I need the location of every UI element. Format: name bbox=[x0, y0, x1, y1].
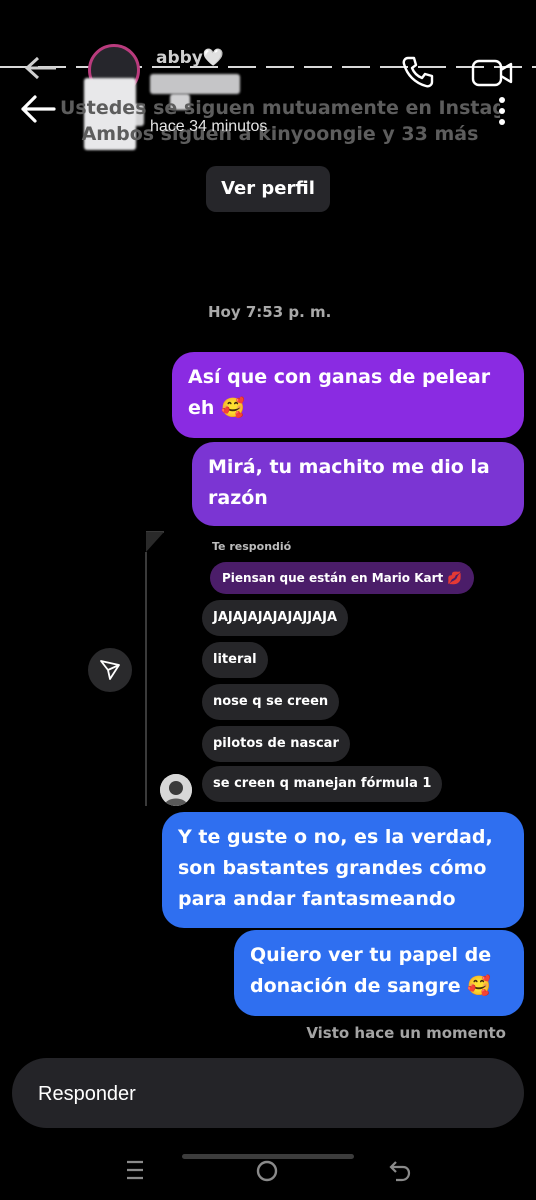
reply-label: Te respondió bbox=[212, 540, 292, 553]
chat-timestamp: Hoy 7:53 p. m. bbox=[208, 303, 332, 321]
recents-icon[interactable] bbox=[124, 1158, 146, 1182]
back-arrow-icon[interactable] bbox=[20, 94, 56, 124]
back-nav-icon[interactable] bbox=[388, 1158, 412, 1184]
message-line: donación de sangre 🥰 bbox=[250, 975, 491, 997]
message-line: para andar fantasmeando bbox=[178, 888, 456, 910]
mutual-follow-info: Ustedes se siguen mutuamente en Instagra… bbox=[60, 98, 500, 145]
contact-name[interactable]: abby🤍 bbox=[156, 48, 224, 68]
reply-input[interactable] bbox=[36, 1058, 480, 1130]
quoted-message[interactable]: Piensan que están en Mario Kart 💋 bbox=[210, 562, 475, 594]
received-message[interactable]: nose q se creen bbox=[202, 684, 340, 720]
message-line: eh 🥰 bbox=[188, 397, 245, 419]
user-photo-icon bbox=[160, 774, 192, 806]
sent-message[interactable]: Quiero ver tu papel de donación de sangr… bbox=[234, 930, 524, 1016]
view-profile-button[interactable]: Ver perfil bbox=[206, 166, 330, 212]
message-line: razón bbox=[208, 487, 268, 509]
home-icon[interactable] bbox=[254, 1158, 280, 1184]
seen-status: Visto hace un momento bbox=[306, 1024, 506, 1042]
sent-message[interactable]: Así que con ganas de pelear eh 🥰 bbox=[172, 352, 524, 438]
message-line: Así que con ganas de pelear bbox=[188, 366, 491, 388]
message-line: son bastantes grandes cómo bbox=[178, 857, 487, 879]
send-icon bbox=[100, 660, 120, 680]
message-line: Quiero ver tu papel de bbox=[250, 944, 492, 966]
redacted-username bbox=[150, 74, 240, 94]
sender-avatar[interactable] bbox=[160, 774, 192, 806]
sent-message[interactable]: Y te guste o no, es la verdad, son basta… bbox=[162, 812, 524, 928]
sent-message[interactable]: Mirá, tu machito me dio la razón bbox=[192, 442, 524, 526]
received-message[interactable]: pilotos de nascar bbox=[202, 726, 350, 762]
active-status: hace 34 minutos bbox=[150, 118, 268, 135]
received-message[interactable]: JAJAJAJAJAJAJJAJA bbox=[202, 600, 349, 636]
video-camera-icon[interactable] bbox=[470, 56, 514, 90]
message-line: Mirá, tu machito me dio la bbox=[208, 456, 490, 478]
received-message[interactable]: literal bbox=[202, 642, 268, 678]
phone-icon[interactable] bbox=[400, 54, 436, 90]
received-message[interactable]: se creen q manejan fórmula 1 bbox=[202, 766, 443, 802]
more-vertical-icon[interactable] bbox=[496, 96, 508, 126]
header-overlay-line bbox=[0, 66, 536, 68]
message-line: Y te guste o no, es la verdad, bbox=[178, 826, 493, 848]
share-button[interactable] bbox=[88, 648, 132, 692]
message-composer[interactable] bbox=[12, 1058, 524, 1130]
system-nav-bar bbox=[0, 1140, 536, 1200]
ghost-back-icon bbox=[24, 56, 56, 80]
